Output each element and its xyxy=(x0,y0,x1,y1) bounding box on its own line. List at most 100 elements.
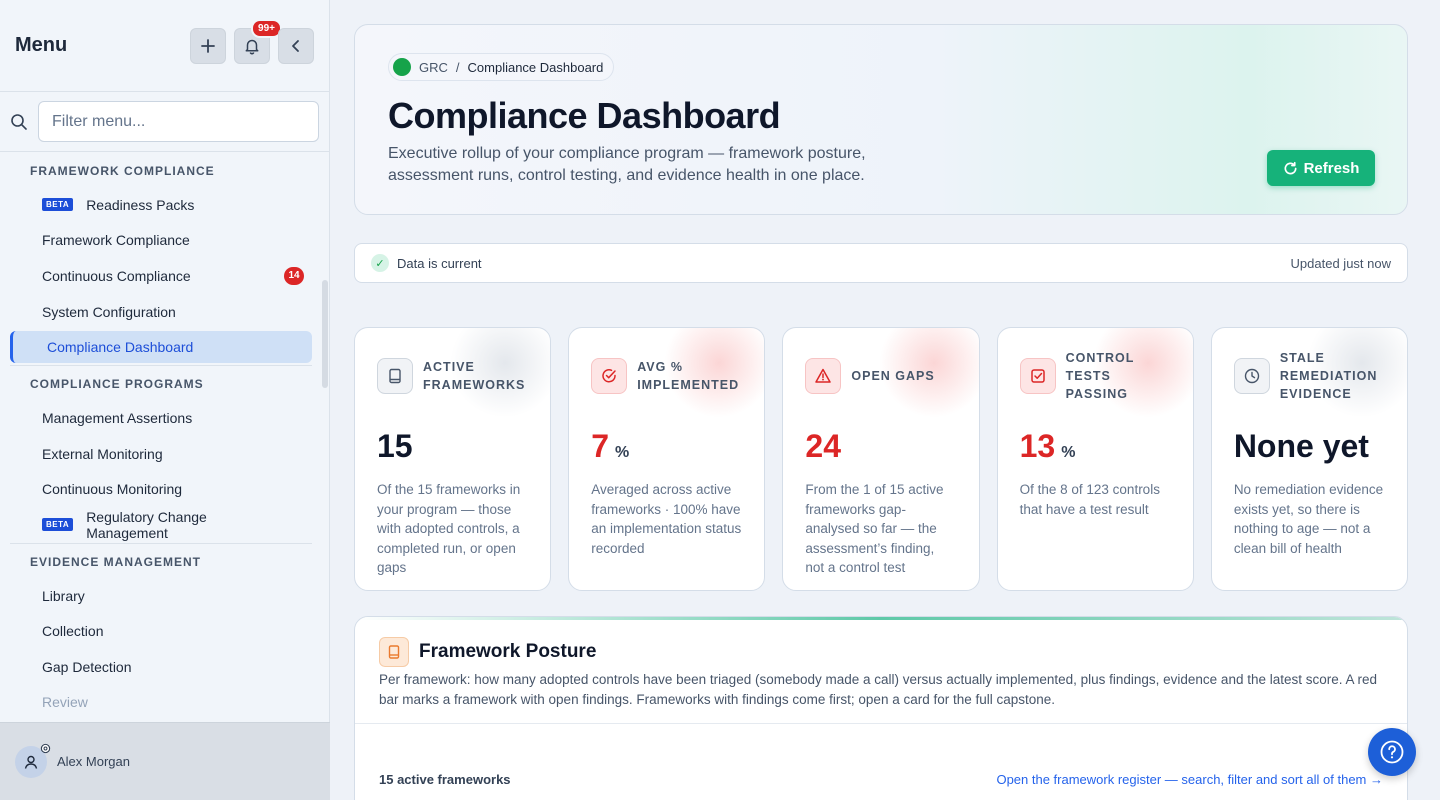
sidebar-item-label: Continuous Monitoring xyxy=(42,481,183,498)
refresh-button[interactable]: Refresh xyxy=(1267,150,1375,186)
kpi-unit: % xyxy=(1061,444,1076,461)
filter-menu-input[interactable] xyxy=(38,101,319,142)
sidebar-item-gap-detection[interactable]: Gap Detection xyxy=(0,649,322,685)
sidebar-item-label: Framework Compliance xyxy=(42,232,190,249)
kpi-number: 7 xyxy=(591,428,609,464)
kpi-card-open-gaps[interactable]: OPEN GAPS 24 From the 1 of 15 active fra… xyxy=(782,327,980,591)
sidebar-item-system-configuration[interactable]: System Configuration xyxy=(0,294,322,330)
divider xyxy=(355,723,1407,724)
kpi-card-control-tests-passing[interactable]: CONTROL TESTS PASSING 13% Of the 8 of 12… xyxy=(996,327,1194,591)
page-description: Executive rollup of your compliance prog… xyxy=(388,145,866,184)
user-profile[interactable]: Alex Morgan xyxy=(0,722,330,800)
sidebar-item-label: Collection xyxy=(42,623,104,640)
sidebar-item-library[interactable]: Library xyxy=(0,578,322,614)
kpi-unit: % xyxy=(615,444,630,461)
chevron-left-icon xyxy=(292,39,299,52)
kpi-value: 7% xyxy=(591,424,742,468)
kpi-number: 24 xyxy=(805,428,841,464)
sidebar-item-label: Review xyxy=(42,694,88,711)
refresh-label: Refresh xyxy=(1303,159,1360,177)
breadcrumb-root[interactable]: GRC xyxy=(419,60,448,75)
sidebar-item-compliance-dashboard[interactable]: Compliance Dashboard xyxy=(10,331,312,364)
sidebar-item-management-assertions[interactable]: Management Assertions xyxy=(0,400,322,436)
sidebar: Menu 99+ FRAMEWORK COMPLIANCE BETA Readi… xyxy=(0,0,330,800)
sidebar-scrollbar[interactable] xyxy=(322,280,328,388)
sidebar-item-continuous-compliance[interactable]: Continuous Compliance 14 xyxy=(0,258,322,294)
breadcrumb: GRC / Compliance Dashboard xyxy=(388,53,615,81)
kpi-description: From the 1 of 15 active frameworks gap-a… xyxy=(805,482,944,575)
framework-posture-panel: Framework Posture Per framework: how man… xyxy=(354,616,1408,800)
data-status-bar: ✓ Data is current Updated just now xyxy=(354,243,1408,283)
kpi-card-avg-implemented[interactable]: AVG % IMPLEMENTED 7% Averaged across act… xyxy=(568,327,766,591)
sidebar-item-label: Readiness Packs xyxy=(86,196,195,213)
updated-timestamp: Updated just now xyxy=(1290,255,1391,271)
sidebar-item-label: Library xyxy=(42,587,85,604)
kpi-label: AVG % IMPLEMENTED xyxy=(637,360,740,392)
beta-badge: BETA xyxy=(42,198,74,212)
check-circle-icon xyxy=(591,358,628,394)
check-icon: ✓ xyxy=(371,254,389,272)
kpi-number: 15 xyxy=(377,428,413,464)
sidebar-item-readiness-packs[interactable]: BETA Readiness Packs xyxy=(0,187,322,223)
sidebar-item-label: Regulatory Change Management xyxy=(86,508,207,541)
panel-title: Framework Posture xyxy=(419,641,597,662)
book-icon xyxy=(377,358,413,394)
sidebar-item-label: Compliance Dashboard xyxy=(47,339,194,356)
sidebar-nav: FRAMEWORK COMPLIANCE BETA Readiness Pack… xyxy=(0,153,322,721)
sidebar-item-external-monitoring[interactable]: External Monitoring xyxy=(0,436,322,472)
kpi-description: Of the 8 of 123 controls that have a tes… xyxy=(1019,482,1160,517)
kpi-label: CONTROL TESTS PASSING xyxy=(1065,351,1135,401)
sidebar-item-collection[interactable]: Collection xyxy=(0,613,322,649)
main-content: GRC / Compliance Dashboard Compliance Da… xyxy=(354,0,1409,800)
book-icon xyxy=(379,637,409,667)
add-button[interactable] xyxy=(190,27,226,64)
sidebar-item-label: Management Assertions xyxy=(42,410,193,427)
section-title-compliance-programs: COMPLIANCE PROGRAMS xyxy=(30,377,204,392)
section-title-framework-compliance: FRAMEWORK COMPLIANCE xyxy=(30,164,215,178)
clock-icon xyxy=(1233,358,1270,394)
warning-triangle-icon xyxy=(805,358,842,394)
menu-filter xyxy=(0,92,329,152)
sidebar-item-framework-compliance[interactable]: Framework Compliance xyxy=(0,223,322,259)
sidebar-item-label: Gap Detection xyxy=(42,658,132,675)
sidebar-item-label: System Configuration xyxy=(42,303,176,320)
sidebar-item-review[interactable]: Review xyxy=(0,685,322,721)
sidebar-item-continuous-monitoring[interactable]: Continuous Monitoring xyxy=(0,472,322,508)
kpi-card-stale-evidence[interactable]: STALE REMEDIATION EVIDENCE None yet No r… xyxy=(1210,327,1409,591)
sidebar-item-regulatory-change-management[interactable]: BETA Regulatory Change Management xyxy=(0,507,322,543)
user-icon xyxy=(24,755,38,769)
panel-accent-bar xyxy=(355,617,1407,620)
search-icon xyxy=(11,113,27,130)
kpi-value: 13% xyxy=(1020,424,1171,468)
notifications-button[interactable]: 99+ xyxy=(234,18,282,64)
framework-register-link[interactable]: Open the framework register — search, fi… xyxy=(996,772,1383,787)
kpi-cards: ACTIVE FRAMEWORKS 15 Of the 15 framework… xyxy=(354,327,1409,591)
sidebar-item-label: Continuous Compliance xyxy=(42,267,191,284)
beta-badge: BETA xyxy=(42,518,74,532)
user-name: Alex Morgan xyxy=(57,754,130,769)
kpi-card-active-frameworks[interactable]: ACTIVE FRAMEWORKS 15 Of the 15 framework… xyxy=(354,327,552,591)
kpi-value: None yet xyxy=(1234,424,1385,468)
count-badge: 14 xyxy=(284,266,304,285)
kpi-value: 15 xyxy=(377,424,528,468)
kpi-number: 13 xyxy=(1019,428,1056,464)
kpi-description: Of the 15 frameworks in your program — t… xyxy=(377,482,521,575)
gear-icon xyxy=(40,743,51,753)
breadcrumb-current: Compliance Dashboard xyxy=(467,59,604,75)
section-title-evidence-management: EVIDENCE MANAGEMENT xyxy=(30,554,202,569)
collapse-sidebar-button[interactable] xyxy=(278,27,314,64)
sidebar-title: Menu xyxy=(15,34,68,56)
plus-icon xyxy=(201,38,215,53)
status-dot-icon xyxy=(393,58,411,76)
page-header: GRC / Compliance Dashboard Compliance Da… xyxy=(354,24,1408,215)
refresh-icon xyxy=(1284,161,1297,174)
sidebar-item-label: External Monitoring xyxy=(42,445,163,462)
checkbox-icon xyxy=(1019,358,1056,394)
page-title: Compliance Dashboard xyxy=(388,95,781,136)
help-icon xyxy=(1380,740,1404,764)
avatar xyxy=(15,743,51,778)
breadcrumb-separator: / xyxy=(455,59,460,75)
help-button[interactable] xyxy=(1368,728,1416,776)
kpi-description: Averaged across active frameworks · 100%… xyxy=(591,482,742,556)
kpi-value: 24 xyxy=(805,424,956,468)
